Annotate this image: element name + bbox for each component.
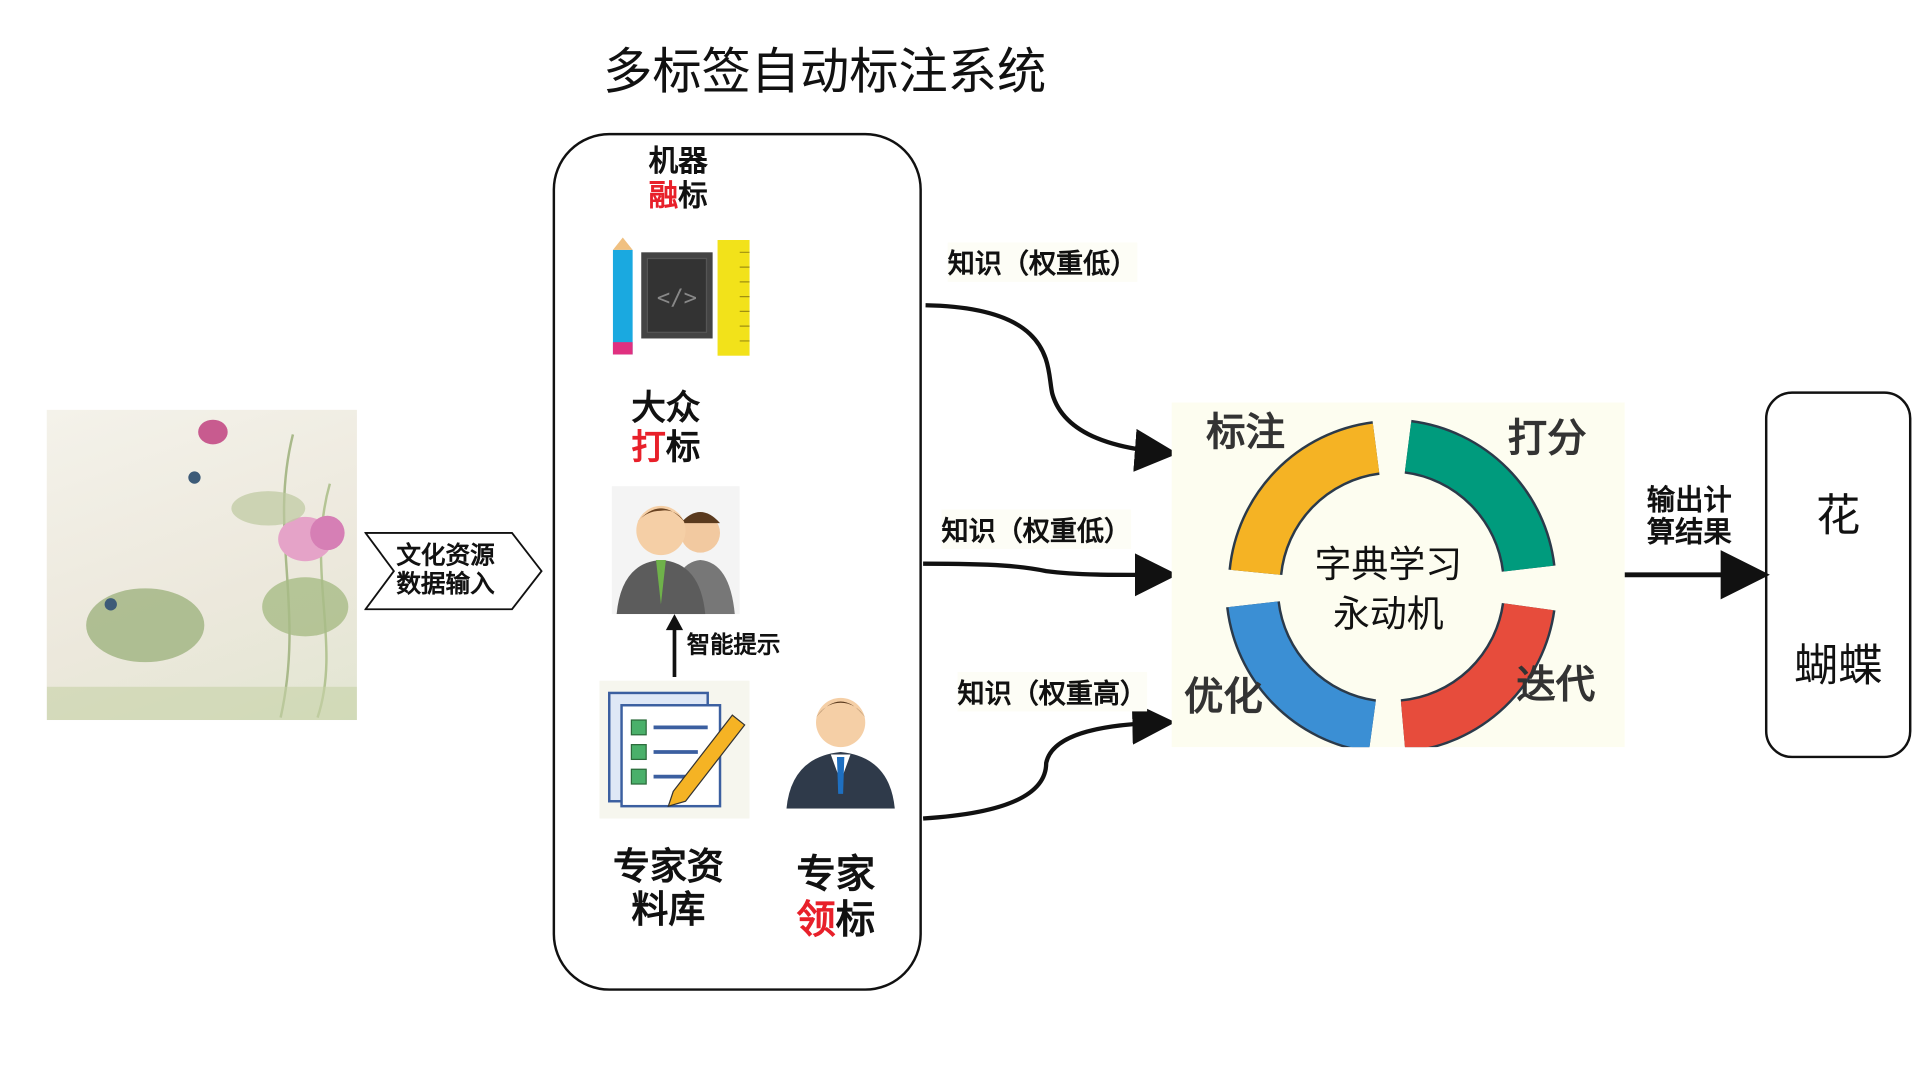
result-label-butterfly: 蝴蝶 xyxy=(1793,641,1883,692)
diagram-canvas: 多标签自动标注系统 文化资源 数据输入 机器 融标 </> 大众 打标 智能提示… xyxy=(0,0,1920,1083)
result-label-flower: 花 xyxy=(1816,491,1861,542)
cycle-center-label: 字典学习 永动机 xyxy=(1290,542,1487,640)
knowledge-label-3: 知识（权重高） xyxy=(957,672,1148,712)
knowledge-arrow-1 xyxy=(925,303,1178,472)
cycle-label-iterate: 迭代 xyxy=(1516,660,1596,708)
output-label-line1: 输出计 xyxy=(1646,484,1732,517)
cycle-label-score: 打分 xyxy=(1507,414,1587,462)
output-label: 输出计 算结果 xyxy=(1647,485,1732,550)
cycle-center-line2: 永动机 xyxy=(1332,593,1444,637)
result-box xyxy=(1764,391,1912,759)
cycle-label-annotate: 标注 xyxy=(1206,408,1285,456)
knowledge-arrow-2 xyxy=(923,553,1178,597)
cycle-label-optimize: 优化 xyxy=(1184,673,1263,721)
output-label-line2: 算结果 xyxy=(1646,517,1732,550)
knowledge-label-2: 知识（权重低） xyxy=(941,509,1132,549)
knowledge-label-1: 知识（权重低） xyxy=(947,242,1138,282)
knowledge-arrow-3 xyxy=(922,701,1176,821)
cycle-center-line1: 字典学习 xyxy=(1314,544,1463,588)
